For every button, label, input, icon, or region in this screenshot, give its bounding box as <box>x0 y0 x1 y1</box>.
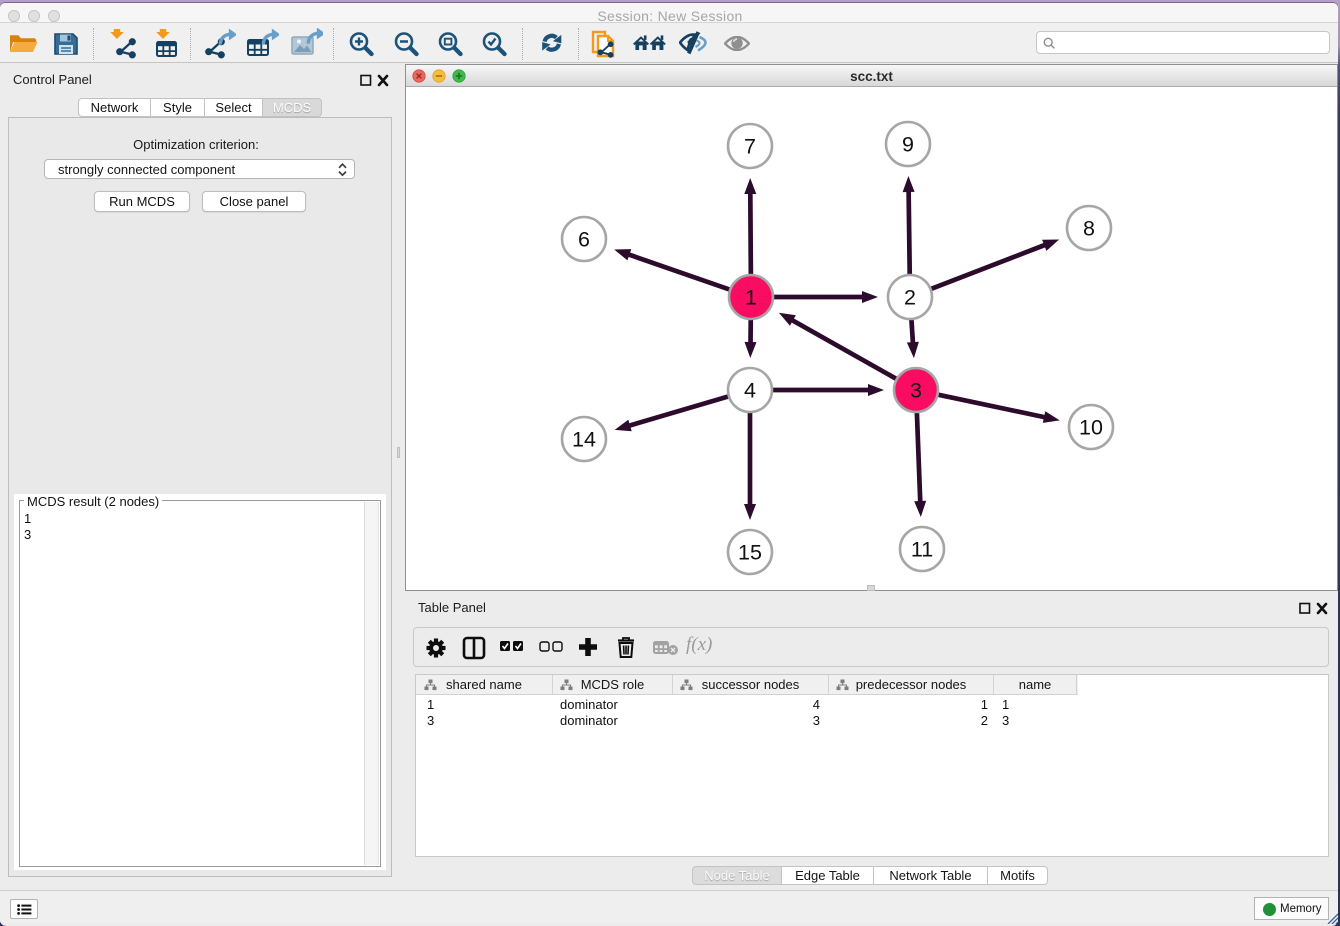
svg-text:1: 1 <box>745 286 757 310</box>
svg-text:10: 10 <box>1079 416 1103 440</box>
svg-text:3: 3 <box>910 379 922 403</box>
svg-text:15: 15 <box>738 541 762 565</box>
svg-text:6: 6 <box>578 228 590 252</box>
svg-text:8: 8 <box>1083 217 1095 241</box>
svg-text:9: 9 <box>902 133 914 157</box>
svg-text:11: 11 <box>911 538 933 562</box>
svg-text:7: 7 <box>744 135 756 159</box>
svg-text:14: 14 <box>572 428 596 452</box>
svg-text:4: 4 <box>744 379 756 403</box>
svg-text:2: 2 <box>904 286 916 310</box>
